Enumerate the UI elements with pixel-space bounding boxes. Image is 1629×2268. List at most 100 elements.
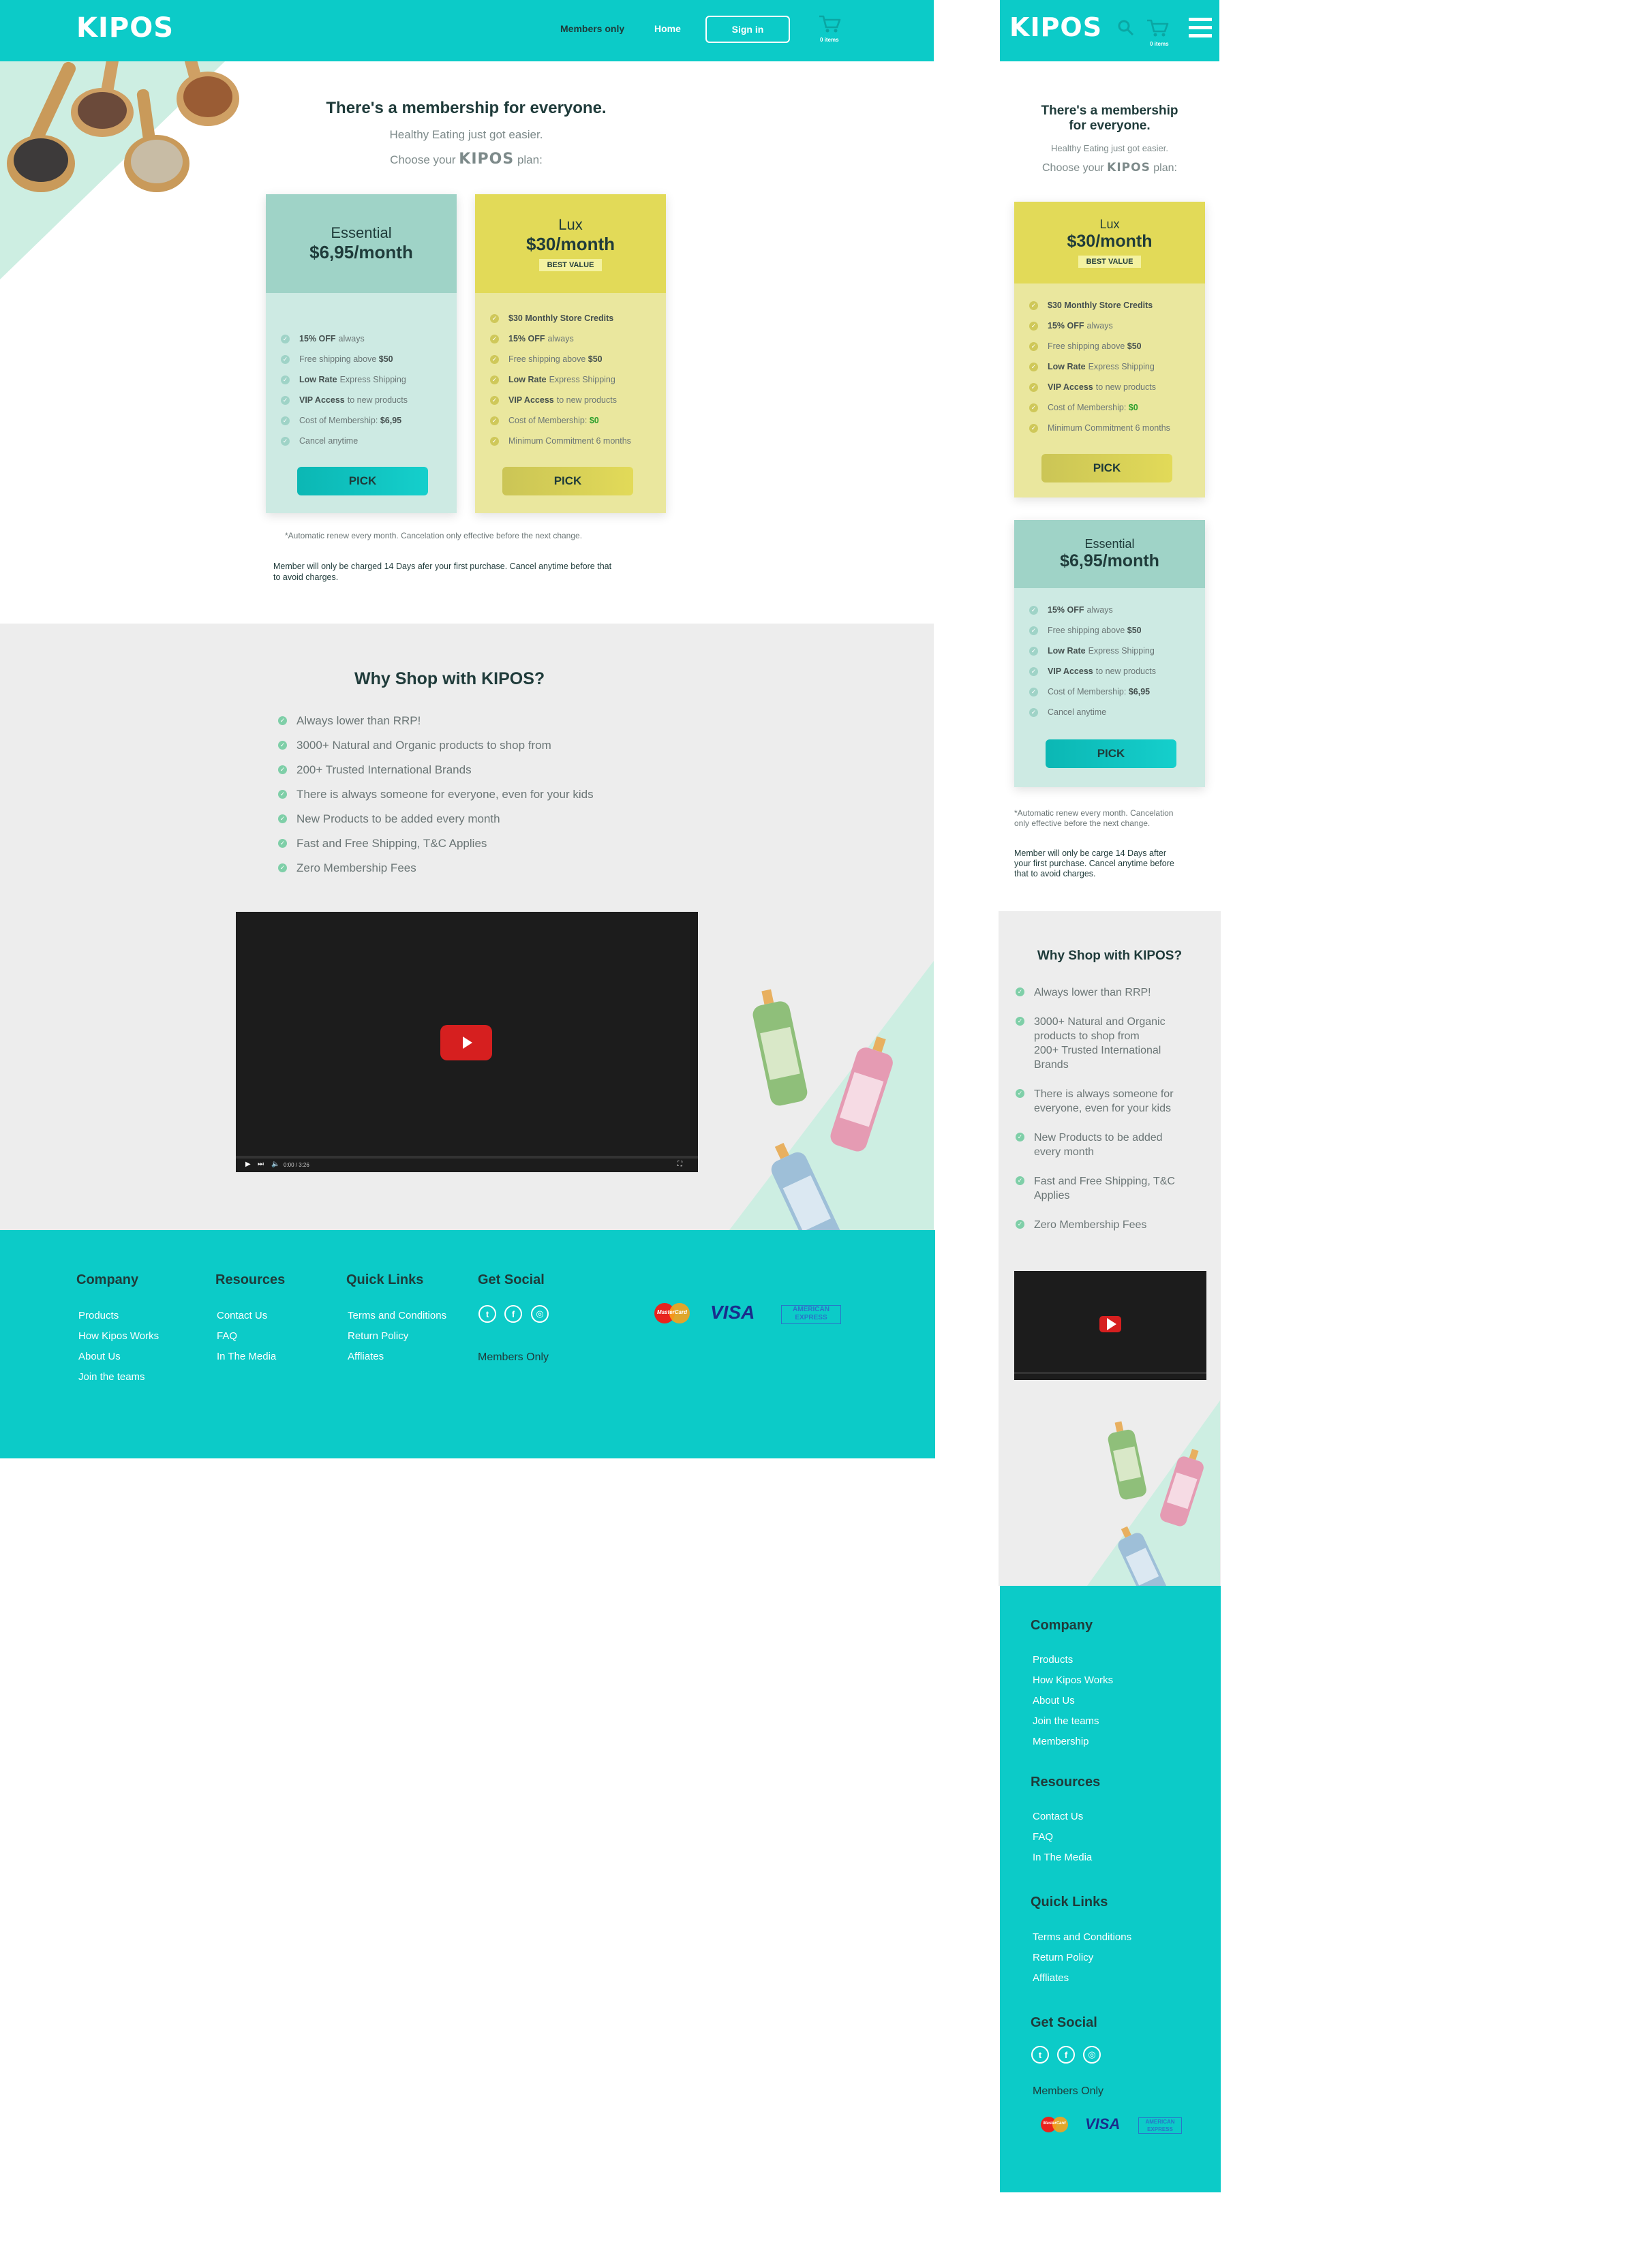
mobile-auto-renew-line2: only effective before the next change. xyxy=(1014,818,1151,828)
why-list-item: ✓ 3000+ Natural and Organic products to s… xyxy=(278,739,551,752)
footer-link-media[interactable]: In The Media xyxy=(217,1351,276,1362)
mobile-video-player[interactable] xyxy=(1014,1271,1206,1380)
next-icon[interactable]: ⏭ xyxy=(258,1161,264,1168)
lux-plan-name: Lux xyxy=(558,216,583,233)
mobile-footer-link-contact[interactable]: Contact Us xyxy=(1033,1811,1083,1822)
mobile-footer-link-media[interactable]: In The Media xyxy=(1033,1852,1092,1863)
mobile-footer-link-return[interactable]: Return Policy xyxy=(1033,1952,1093,1963)
hero-title: There's a membership for everyone. xyxy=(326,99,607,117)
facebook-icon[interactable]: f xyxy=(504,1305,522,1323)
mobile-footer-resources-title: Resources xyxy=(1031,1775,1101,1790)
lux-feature: ✓ 15% OFF always xyxy=(490,334,574,343)
essential-feature: ✓ 15% OFF always xyxy=(281,334,365,343)
mobile-choose-plan: Choose your KIPOS plan: xyxy=(1042,161,1177,174)
mobile-instagram-icon[interactable]: ◎ xyxy=(1083,2046,1101,2064)
check-icon: ✓ xyxy=(1016,987,1024,996)
footer-link-how-kipos-works[interactable]: How Kipos Works xyxy=(78,1330,159,1342)
choose-suffix: plan: xyxy=(517,153,543,166)
desktop-header: KIPOS Members only Home Sign in 0 items xyxy=(0,0,934,61)
mobile-footer-link-how[interactable]: How Kipos Works xyxy=(1033,1674,1113,1686)
mobile-why-list-item: ✓ There is always someone for everyone, ev… xyxy=(1016,1087,1174,1116)
mobile-footer-quick-title: Quick Links xyxy=(1031,1895,1108,1910)
mobile-footer-link-terms[interactable]: Terms and Conditions xyxy=(1033,1931,1131,1943)
mobile-footer-link-affiliates[interactable]: Affliates xyxy=(1033,1972,1069,1984)
mobile-charge-line3: that to avoid charges. xyxy=(1014,869,1096,878)
mobile-footer-company-title: Company xyxy=(1031,1618,1093,1633)
check-icon: ✓ xyxy=(1016,1017,1024,1026)
video-progress-bar[interactable] xyxy=(236,1156,698,1159)
check-icon: ✓ xyxy=(281,395,290,405)
nav-members-only[interactable]: Members only xyxy=(560,23,624,34)
check-icon: ✓ xyxy=(490,416,499,425)
play-icon[interactable]: ▶ xyxy=(245,1161,251,1168)
check-icon: ✓ xyxy=(490,334,499,343)
video-player[interactable]: ▶ ⏭ 🔈 0:00 / 3:26 ⛶ xyxy=(236,912,698,1172)
nav-home[interactable]: Home xyxy=(654,23,681,34)
essential-plan-name: Essential xyxy=(331,224,392,241)
mobile-footer-link-products[interactable]: Products xyxy=(1033,1654,1073,1666)
play-button[interactable] xyxy=(440,1025,492,1060)
footer-link-return-policy[interactable]: Return Policy xyxy=(348,1330,408,1342)
bottles-decoration xyxy=(729,961,934,1230)
footer-link-about-us[interactable]: About Us xyxy=(78,1351,121,1362)
mobile-video-progress[interactable] xyxy=(1014,1372,1206,1374)
footer-members-only[interactable]: Members Only xyxy=(478,1351,549,1364)
fullscreen-icon[interactable]: ⛶ xyxy=(678,1161,682,1168)
instagram-icon[interactable]: ◎ xyxy=(531,1305,549,1323)
mobile-footer-social-title: Get Social xyxy=(1031,2015,1097,2030)
mobile-why-item-text: New Products to be added xyxy=(1034,1132,1163,1144)
sign-in-button[interactable]: Sign in xyxy=(705,16,790,43)
footer-link-contact[interactable]: Contact Us xyxy=(217,1310,267,1321)
mobile-lux-card-header: Lux $30/month BEST VALUE xyxy=(1014,202,1205,284)
mobile-essential-card-header: Essential $6,95/month xyxy=(1014,520,1205,588)
mobile-why-list-item: ✓ New Products to be added every month xyxy=(1016,1131,1163,1159)
check-icon: ✓ xyxy=(278,814,287,823)
footer-link-faq[interactable]: FAQ xyxy=(217,1330,237,1342)
kipos-logo[interactable]: KIPOS xyxy=(76,12,174,44)
why-list-item: ✓ Fast and Free Shipping, T&C Applies xyxy=(278,837,487,850)
charge-note-line1: Member will only be charged 14 Days afer… xyxy=(273,562,612,571)
check-icon: ✓ xyxy=(490,354,499,364)
mobile-facebook-icon[interactable]: f xyxy=(1057,2046,1075,2064)
mobile-lux-feature: ✓ VIP Access to new products xyxy=(1029,382,1156,392)
mobile-lux-plan-card: Lux $30/month BEST VALUE ✓ $30 Monthly St… xyxy=(1014,202,1205,497)
mobile-cart-count: 0 items xyxy=(1150,41,1169,47)
mobile-footer-members-only[interactable]: Members Only xyxy=(1033,2085,1103,2098)
footer-link-terms[interactable]: Terms and Conditions xyxy=(348,1310,446,1321)
footer-social-title: Get Social xyxy=(478,1272,545,1287)
mobile-footer-link-membership[interactable]: Membership xyxy=(1033,1736,1089,1747)
why-list-item: ✓ Always lower than RRP! xyxy=(278,714,421,728)
video-time: 0:00 / 3:26 xyxy=(284,1162,309,1168)
visa-icon: VISA xyxy=(710,1302,755,1323)
mobile-footer-link-join[interactable]: Join the teams xyxy=(1033,1715,1099,1727)
mobile-twitter-icon[interactable]: t xyxy=(1031,2046,1049,2064)
cart-icon[interactable] xyxy=(818,14,841,34)
footer-link-affiliates[interactable]: Affliates xyxy=(348,1351,384,1362)
mobile-play-button[interactable] xyxy=(1099,1316,1121,1332)
mobile-footer-link-about[interactable]: About Us xyxy=(1033,1695,1075,1706)
search-icon[interactable] xyxy=(1117,19,1135,37)
check-icon: ✓ xyxy=(281,416,290,425)
mobile-why-item-text: everyone, even for your kids xyxy=(1034,1103,1171,1114)
desktop-footer: Company Products How Kipos Works About U… xyxy=(0,1230,935,1458)
why-item-text: New Products to be added every month xyxy=(296,812,500,825)
mobile-kipos-logo[interactable]: KIPOS xyxy=(1009,12,1102,42)
volume-icon[interactable]: 🔈 xyxy=(271,1161,279,1168)
footer-link-join-teams[interactable]: Join the teams xyxy=(78,1371,145,1383)
mobile-lux-pick-button[interactable]: PICK xyxy=(1041,454,1172,482)
lux-plan-price: $30/month xyxy=(526,234,615,254)
check-icon: ✓ xyxy=(281,375,290,384)
mobile-auto-renew-line1: *Automatic renew every month. Cancelatio… xyxy=(1014,808,1174,818)
menu-icon[interactable] xyxy=(1189,18,1212,38)
mobile-why-item-text: every month xyxy=(1034,1146,1095,1158)
twitter-icon[interactable]: t xyxy=(478,1305,496,1323)
essential-pick-button[interactable]: PICK xyxy=(297,467,428,495)
check-icon: ✓ xyxy=(278,839,287,848)
mobile-essential-pick-button[interactable]: PICK xyxy=(1046,739,1176,768)
mobile-footer-link-faq[interactable]: FAQ xyxy=(1033,1831,1053,1843)
footer-link-products[interactable]: Products xyxy=(78,1310,119,1321)
mobile-cart-icon[interactable] xyxy=(1146,18,1169,38)
amex-icon: AMERICAN EXPRESS xyxy=(781,1305,841,1324)
mobile-essential-feature: ✓ Cancel anytime xyxy=(1029,707,1106,717)
lux-pick-button[interactable]: PICK xyxy=(502,467,633,495)
